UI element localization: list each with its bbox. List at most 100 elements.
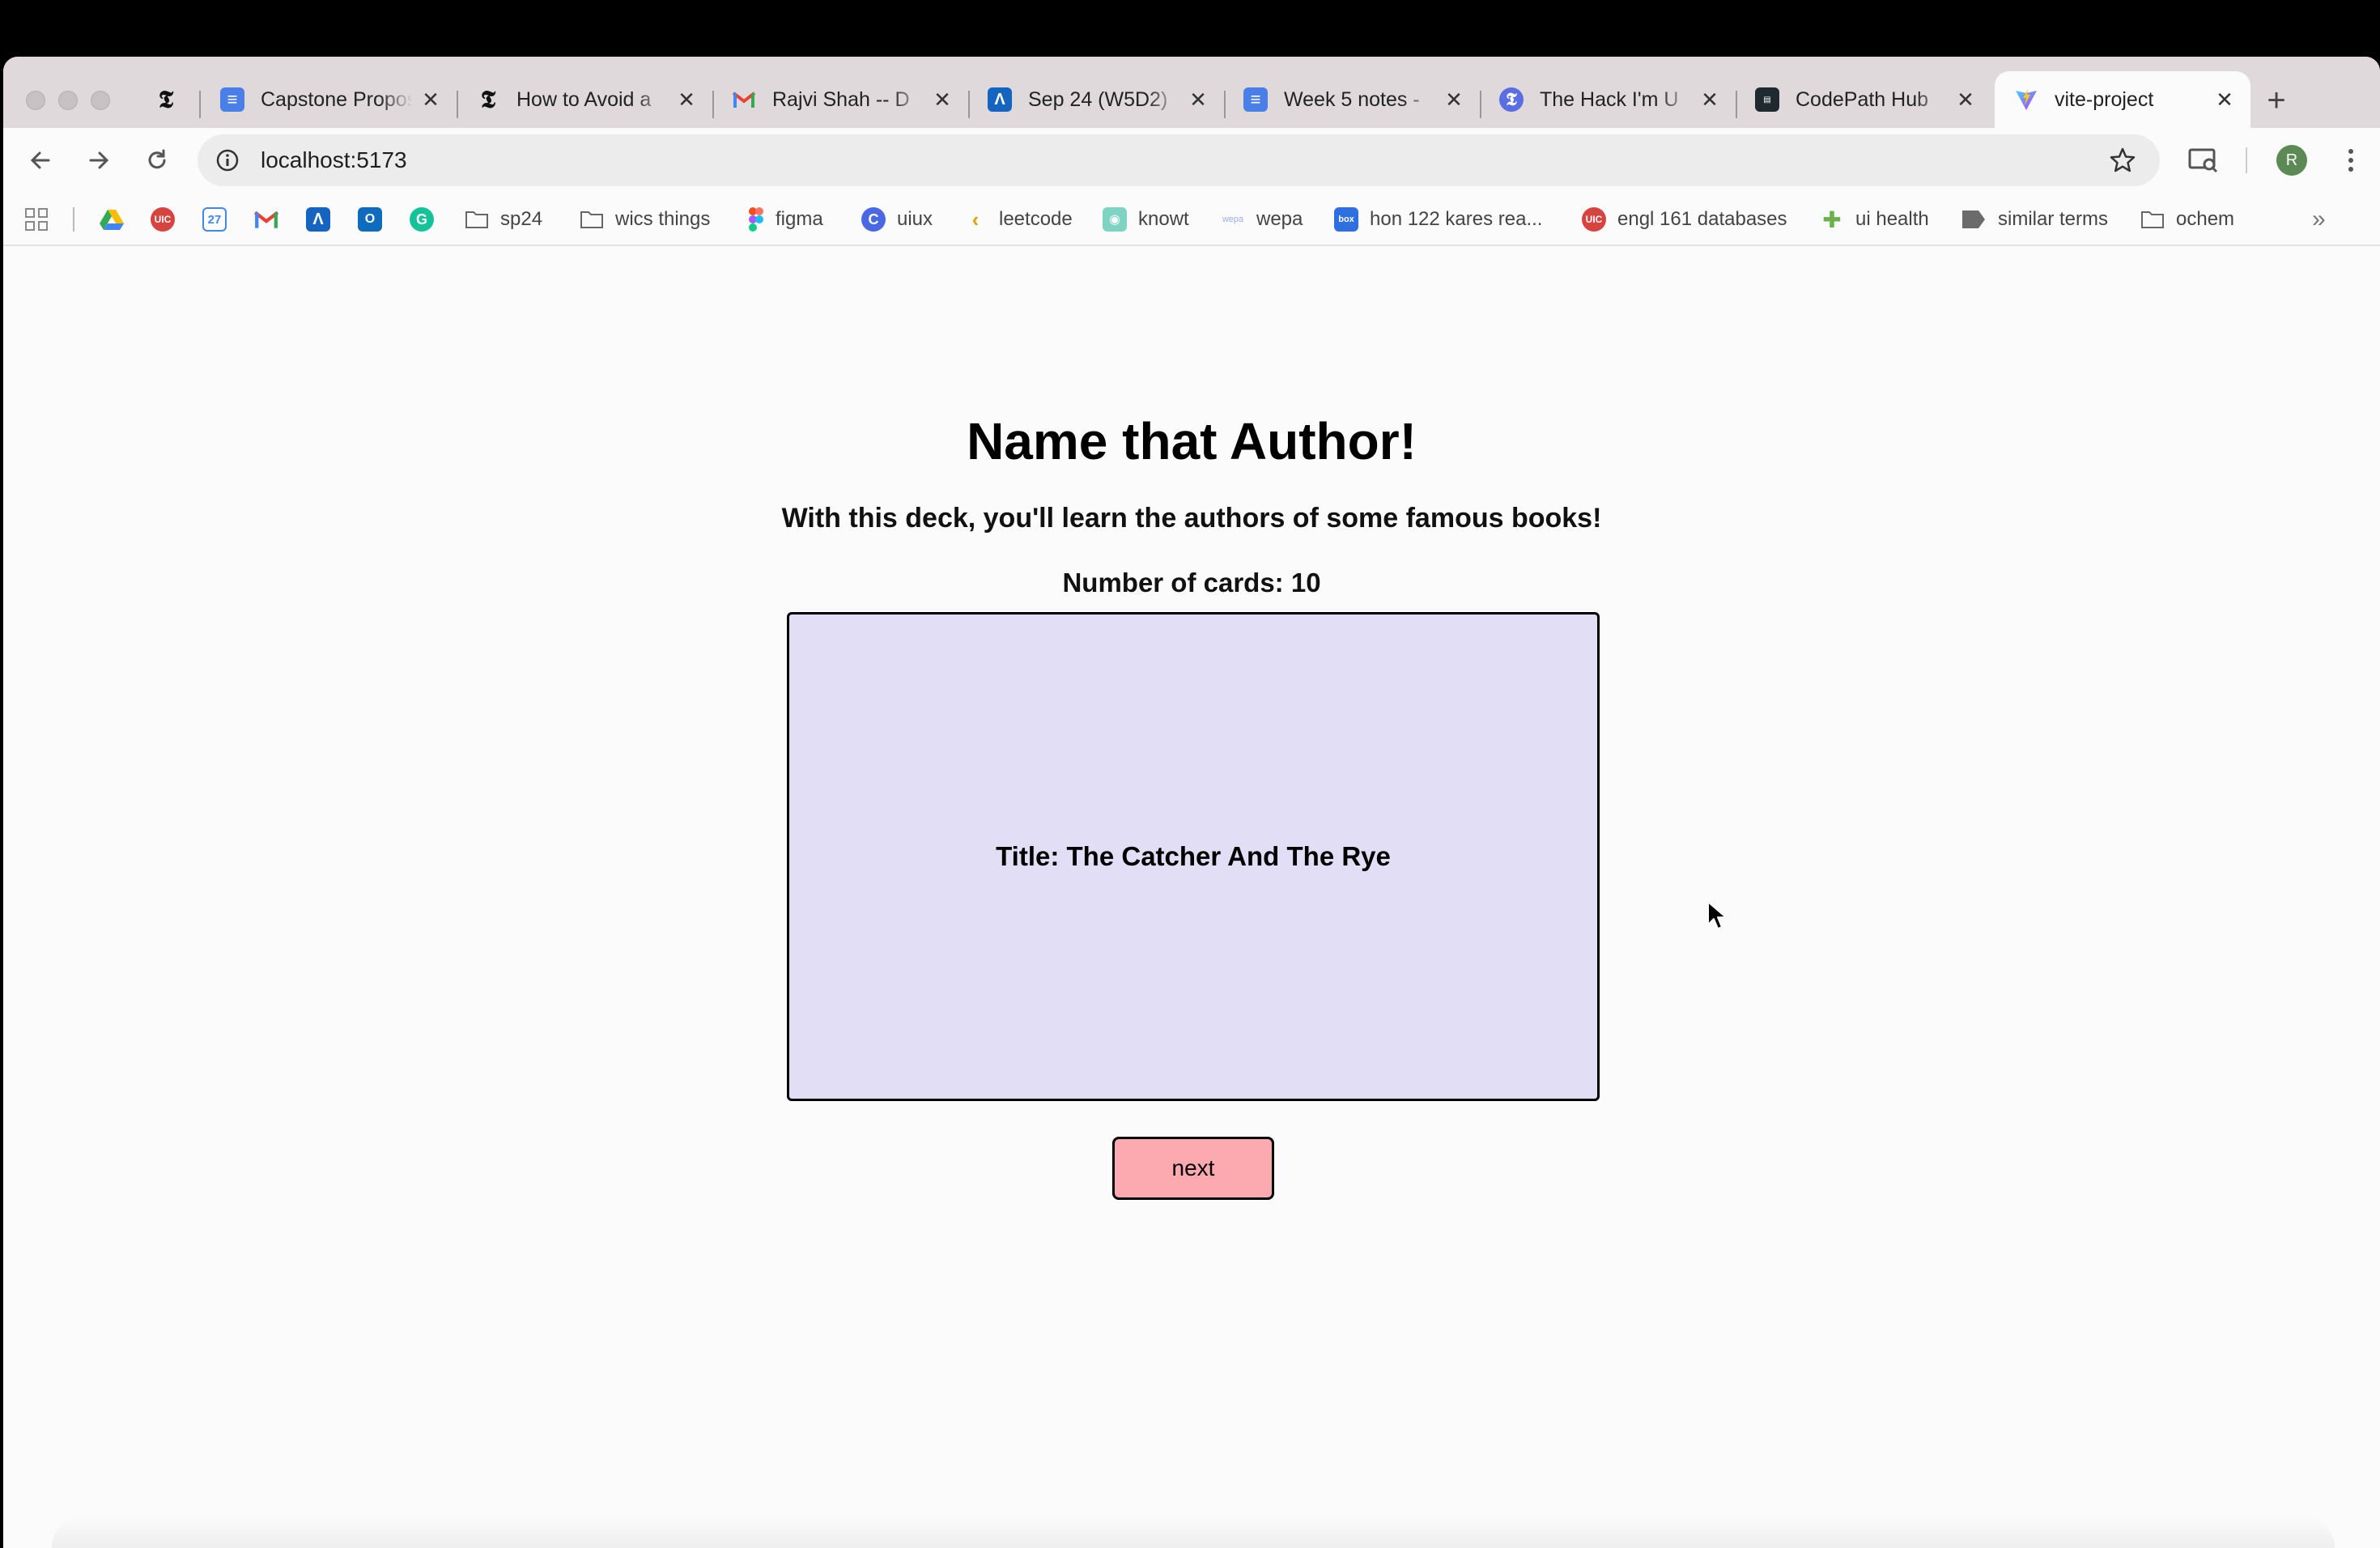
bookmark-similar-terms[interactable]: similar terms bbox=[1961, 206, 2108, 233]
bookmark-uic[interactable]: UIC bbox=[151, 206, 175, 233]
close-tab-icon[interactable]: ✕ bbox=[1698, 87, 1721, 112]
bookmark-label: wepa bbox=[1256, 208, 1303, 230]
maximize-window-button[interactable] bbox=[91, 91, 110, 110]
bookmark-label: wics things bbox=[615, 208, 711, 230]
bookmark-google-calendar[interactable]: 27 bbox=[202, 206, 227, 233]
bookmark-uiux[interactable]: C uiux bbox=[861, 206, 933, 233]
tab-capstone-proposal[interactable]: ≡ Capstone Proposal ✕ bbox=[201, 71, 457, 128]
bookmark-hon-122[interactable]: box hon 122 kares rea... bbox=[1334, 206, 1542, 233]
tab-vite-project[interactable]: vite-project ✕ bbox=[1995, 71, 2250, 128]
bookmark-gmail[interactable] bbox=[254, 206, 278, 233]
reload-button[interactable] bbox=[141, 144, 173, 176]
minimize-window-button[interactable] bbox=[58, 91, 78, 110]
wepa-icon: wepa bbox=[1222, 215, 1244, 224]
bookmark-label: leetcode bbox=[999, 208, 1073, 230]
bookmark-grammarly[interactable]: G bbox=[410, 206, 434, 233]
apps-icon bbox=[25, 208, 48, 231]
nyt-icon: 𝕿 bbox=[480, 85, 496, 114]
url-text[interactable]: localhost:5173 bbox=[261, 147, 407, 173]
calendar-day: 27 bbox=[207, 212, 222, 227]
bookmark-google-drive[interactable] bbox=[99, 206, 125, 233]
tab-title: Rajvi Shah -- D bbox=[772, 87, 910, 111]
bookmark-knowt[interactable]: ◉ knowt bbox=[1103, 206, 1189, 233]
link-icon: C bbox=[861, 207, 886, 232]
apps-button[interactable] bbox=[24, 206, 49, 233]
forward-button[interactable] bbox=[83, 144, 115, 176]
next-button[interactable]: next bbox=[1112, 1137, 1274, 1200]
bookmark-wics-things[interactable]: wics things bbox=[580, 206, 710, 233]
codepath-icon: ▤ bbox=[1755, 87, 1779, 112]
reload-icon bbox=[148, 149, 166, 169]
tab-week-5-notes[interactable]: ≡ Week 5 notes - ✕ bbox=[1224, 71, 1480, 128]
close-window-button[interactable] bbox=[26, 91, 45, 110]
bookmarks-bar: UIC 27 Λ O G sp24 wics things figma C ui… bbox=[3, 191, 2380, 246]
nyt-cooking-icon: 𝕿 bbox=[1499, 87, 1524, 112]
page-title: Name that Author! bbox=[967, 412, 1417, 470]
bookmark-label: figma bbox=[776, 208, 823, 230]
bookmark-leetcode[interactable]: ‹ leetcode bbox=[963, 206, 1073, 233]
bookmark-canvas[interactable]: Λ bbox=[306, 206, 330, 233]
bottom-shadow bbox=[52, 1516, 2335, 1548]
outlook-icon: O bbox=[358, 207, 382, 232]
forward-arrow-icon bbox=[89, 151, 109, 169]
close-tab-icon[interactable]: ✕ bbox=[931, 87, 954, 112]
bookmark-ui-health[interactable]: ✚ ui health bbox=[1820, 206, 1928, 233]
bookmark-label: similar terms bbox=[1998, 208, 2108, 230]
close-tab-icon[interactable]: ✕ bbox=[675, 87, 698, 112]
close-tab-icon[interactable]: ✕ bbox=[1443, 87, 1465, 112]
knowt-icon: ◉ bbox=[1103, 207, 1127, 232]
leetcode-icon: ‹ bbox=[971, 206, 980, 232]
ui-health-icon: ✚ bbox=[1822, 206, 1842, 232]
bookmark-star-icon[interactable] bbox=[2108, 146, 2137, 175]
close-tab-icon[interactable]: ✕ bbox=[419, 87, 442, 112]
mouse-cursor-icon bbox=[1707, 901, 1727, 929]
tag-icon bbox=[1962, 211, 1985, 228]
canvas-icon: Λ bbox=[306, 207, 330, 232]
tab-codepath-hub[interactable]: ▤ CodePath Hub ✕ bbox=[1736, 71, 1991, 128]
back-arrow-icon bbox=[30, 151, 50, 169]
tab-how-to-avoid[interactable]: 𝕿 How to Avoid a ✕ bbox=[457, 71, 712, 128]
browser-window: 𝕿 ≡ Capstone Proposal ✕ 𝕿 How to Avoid a… bbox=[3, 57, 2380, 1548]
browser-menu-button[interactable] bbox=[2335, 144, 2367, 176]
close-tab-icon[interactable]: ✕ bbox=[2213, 87, 2236, 112]
bookmark-label: ochem bbox=[2176, 208, 2235, 230]
tab-sep-24[interactable]: Λ Sep 24 (W5D2) ✕ bbox=[968, 71, 1224, 128]
close-tab-icon[interactable]: ✕ bbox=[1954, 87, 1977, 112]
close-tab-icon[interactable]: ✕ bbox=[1187, 87, 1209, 112]
bookmark-sp24[interactable]: sp24 bbox=[465, 206, 542, 233]
uic-icon: UIC bbox=[1582, 207, 1606, 232]
tab-title: vite-project bbox=[2055, 87, 2154, 111]
address-bar[interactable]: localhost:5173 bbox=[198, 134, 2160, 186]
cast-search-button[interactable] bbox=[2187, 144, 2220, 176]
folder-icon bbox=[580, 211, 603, 228]
site-info-icon[interactable] bbox=[215, 148, 240, 172]
nyt-icon: 𝕿 bbox=[158, 85, 174, 114]
google-docs-icon: ≡ bbox=[1243, 87, 1268, 112]
bookmark-engl-161[interactable]: UIC engl 161 databases bbox=[1582, 206, 1787, 233]
back-button[interactable] bbox=[24, 144, 57, 176]
flashcard[interactable]: Title: The Catcher And The Rye bbox=[787, 612, 1600, 1101]
google-drive-icon bbox=[100, 210, 124, 230]
profile-avatar[interactable]: R bbox=[2276, 145, 2307, 176]
avatar-initial: R bbox=[2285, 151, 2298, 169]
uic-icon: UIC bbox=[151, 207, 175, 232]
bookmark-outlook[interactable]: O bbox=[358, 206, 382, 233]
bookmark-wepa[interactable]: wepa wepa bbox=[1221, 206, 1303, 233]
kebab-menu-icon bbox=[2348, 149, 2353, 172]
bookmark-label: knowt bbox=[1138, 208, 1189, 230]
tab-gmail[interactable]: Rajvi Shah -- D ✕ bbox=[712, 71, 968, 128]
card-count: Number of cards: 10 bbox=[1062, 568, 1321, 598]
bookmark-ochem[interactable]: ochem bbox=[2140, 206, 2234, 233]
box-icon: box bbox=[1334, 207, 1358, 232]
tab-the-hack[interactable]: 𝕿 The Hack I'm U ✕ bbox=[1480, 71, 1736, 128]
tab-nyt[interactable]: 𝕿 bbox=[133, 71, 198, 128]
toolbar-divider bbox=[2246, 147, 2247, 173]
tab-title: Sep 24 (W5D2) bbox=[1028, 87, 1168, 111]
page-content: Name that Author! With this deck, you'll… bbox=[3, 246, 2380, 1548]
new-tab-button[interactable]: + bbox=[2260, 84, 2293, 117]
bookmark-label: uiux bbox=[897, 208, 933, 230]
deck-description: With this deck, you'll learn the authors… bbox=[781, 503, 1602, 534]
more-bookmarks-button[interactable]: » bbox=[2312, 206, 2326, 233]
bookmark-figma[interactable]: figma bbox=[748, 206, 823, 233]
figma-icon bbox=[749, 207, 763, 232]
